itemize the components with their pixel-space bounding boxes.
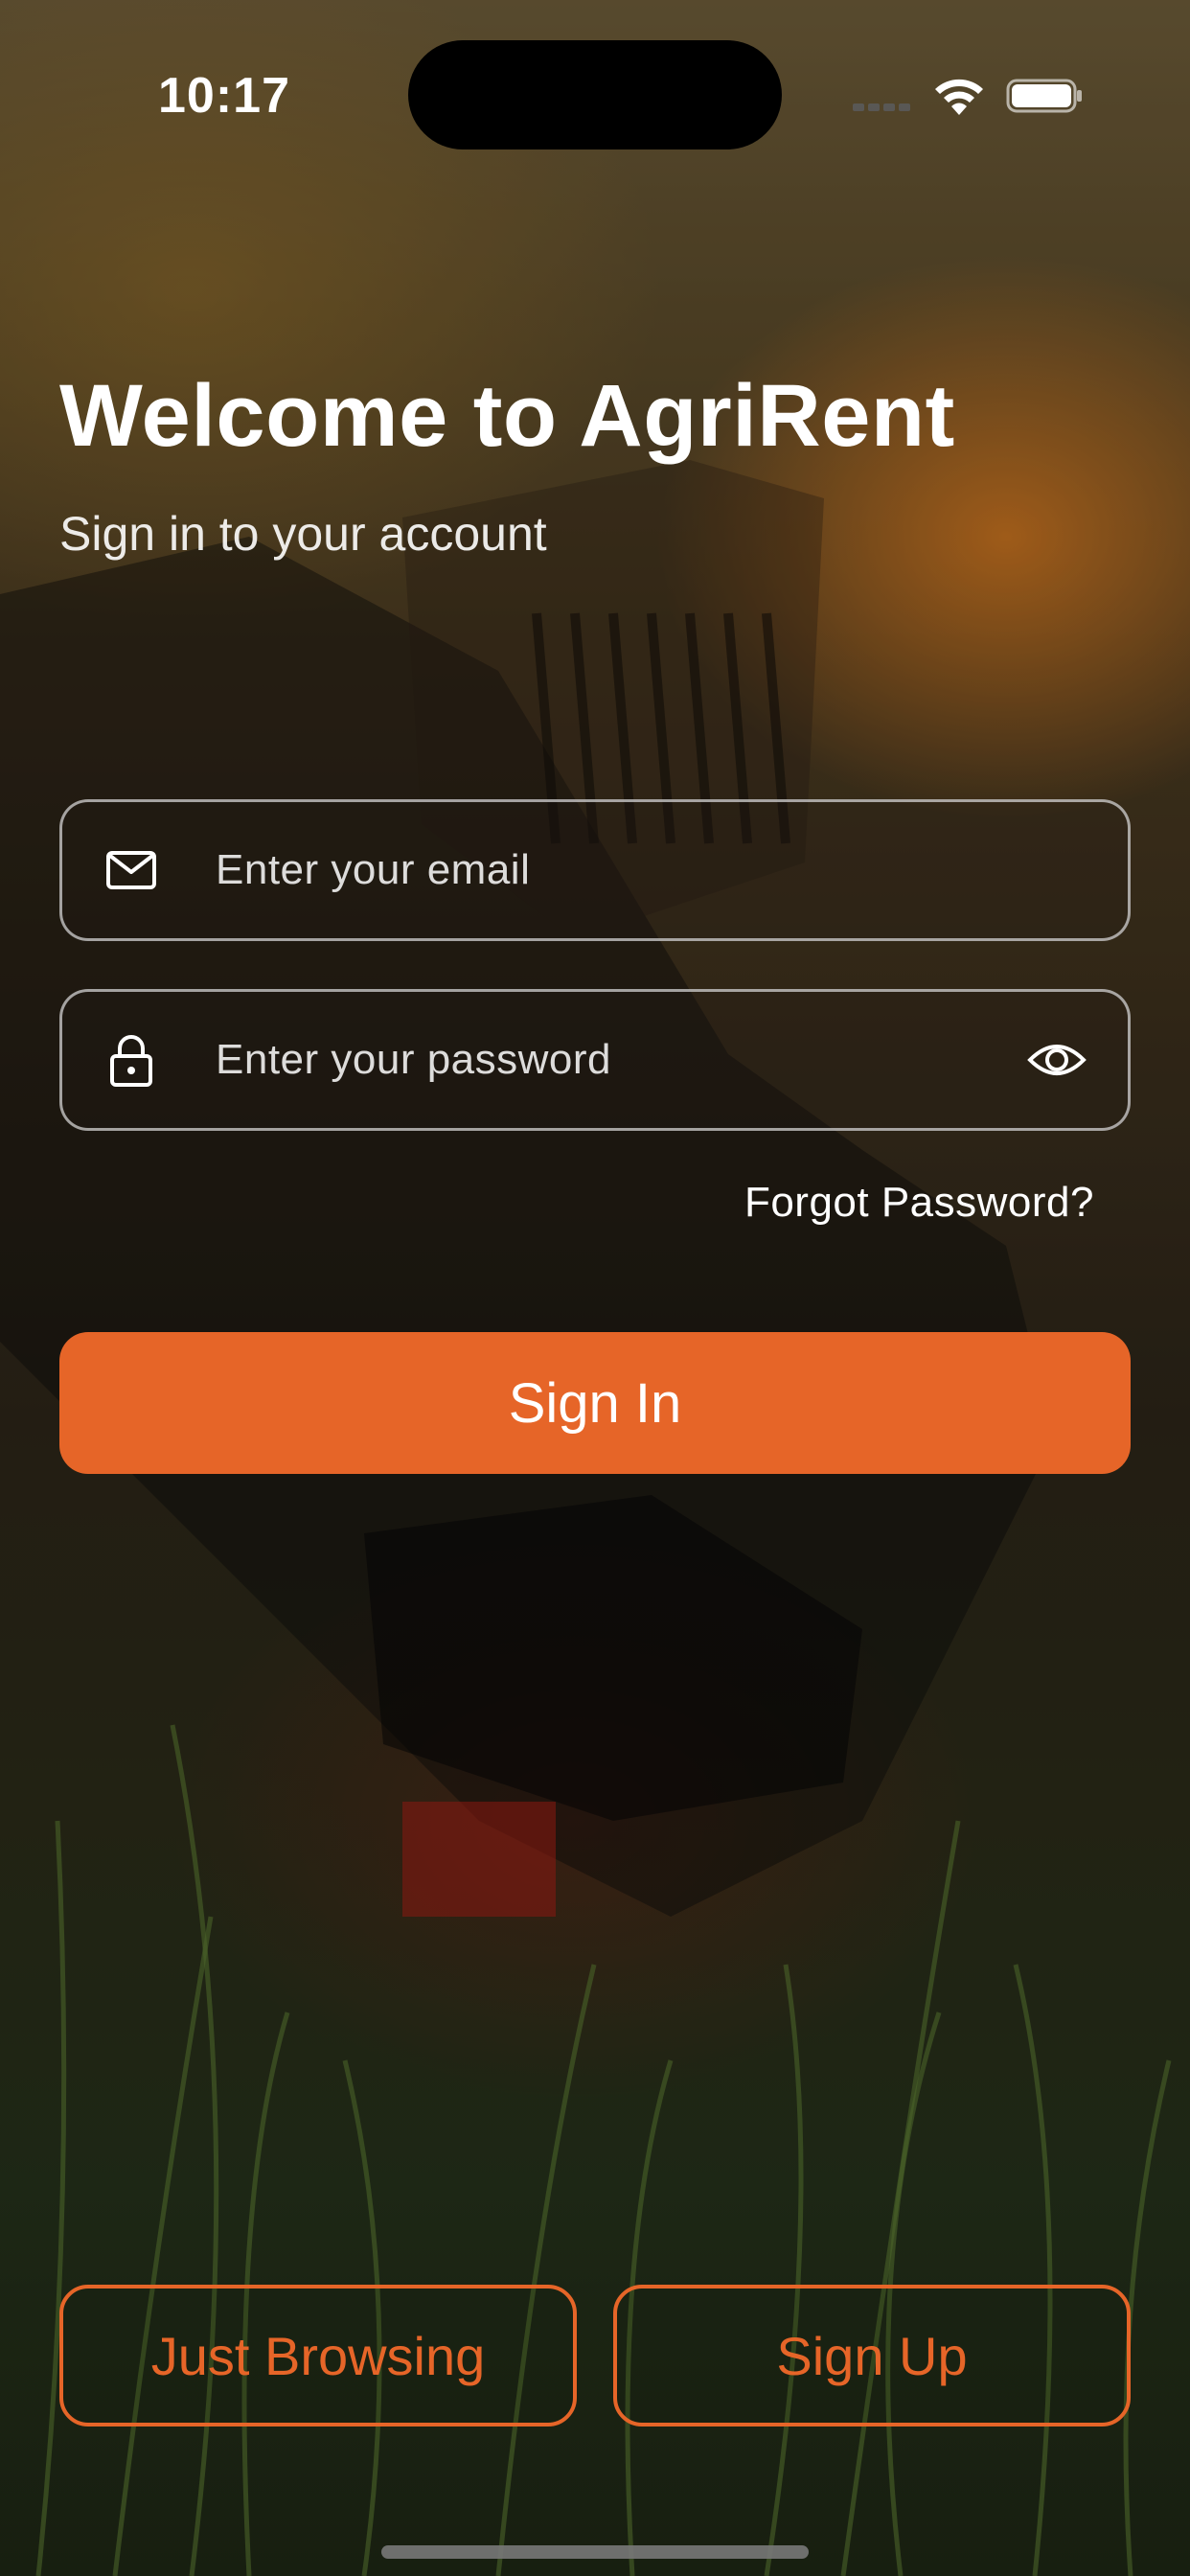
lock-icon [110,1035,152,1087]
password-placeholder: Enter your password [216,1036,612,1083]
battery-icon [1006,79,1082,113]
home-indicator [381,2545,809,2559]
page-title: Welcome to AgriRent [59,367,955,465]
just-browsing-button[interactable]: Just Browsing [59,2285,577,2426]
cellular-signal-icon [853,104,912,115]
email-placeholder: Enter your email [216,846,531,893]
page-subtitle: Sign in to your account [59,507,547,561]
sign-in-button[interactable]: Sign In [59,1332,1131,1474]
sign-up-button[interactable]: Sign Up [613,2285,1131,2426]
status-time: 10:17 [158,68,290,124]
password-field[interactable]: Enter your password [59,989,1131,1131]
login-screen: 10:17 Welcome to AgriRent Sign in to you… [0,0,1190,2576]
email-field[interactable]: Enter your email [59,799,1131,941]
dynamic-island [408,40,782,150]
eye-icon[interactable] [1026,1029,1087,1091]
wifi-icon [935,79,983,115]
mail-icon [106,851,156,889]
forgot-password-link[interactable]: Forgot Password? [744,1179,1094,1227]
